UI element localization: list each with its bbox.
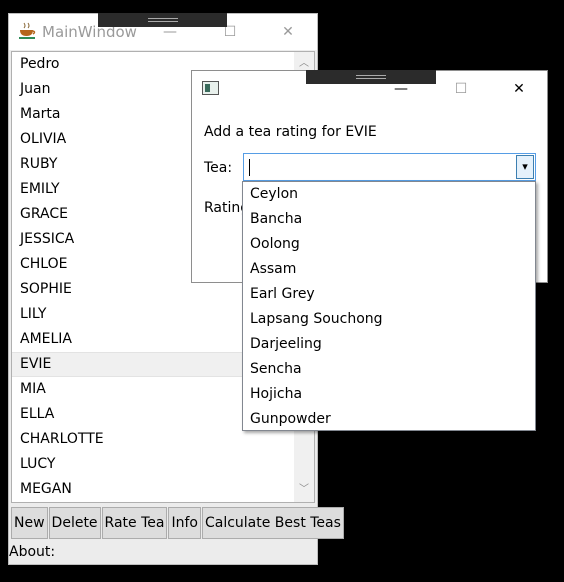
maximize-icon: ☐ — [454, 81, 468, 97]
chevron-down-icon[interactable]: ﹀ — [294, 480, 314, 500]
window-drag-grip[interactable] — [98, 13, 227, 27]
tea-cup-icon — [19, 22, 36, 39]
tea-option[interactable]: Bancha — [243, 207, 535, 232]
close-button[interactable]: ✕ — [265, 14, 311, 50]
info-button[interactable]: Info — [168, 507, 201, 539]
tea-option[interactable]: Lapsang Souchong — [243, 307, 535, 332]
tea-option[interactable]: Sencha — [243, 357, 535, 382]
tea-label: Tea: — [204, 160, 233, 176]
dialog-drag-grip[interactable] — [306, 70, 436, 84]
tea-combobox[interactable]: ▾ — [243, 153, 536, 181]
tea-option[interactable]: Assam — [243, 257, 535, 282]
delete-button[interactable]: Delete — [48, 507, 101, 539]
window-icon — [202, 81, 219, 95]
calculate-best-teas-button[interactable]: Calculate Best Teas — [201, 507, 344, 539]
dialog-maximize-button[interactable]: ☐ — [438, 71, 484, 107]
rate-tea-button[interactable]: Rate Tea — [101, 507, 168, 539]
dialog-close-button[interactable]: ✕ — [496, 71, 542, 107]
close-icon: ✕ — [282, 24, 294, 40]
text-caret — [249, 159, 250, 176]
tea-option[interactable]: Gunpowder — [243, 407, 535, 432]
tea-dropdown-list: Ceylon Bancha Oolong Assam Earl Grey Lapsang … — [242, 181, 536, 431]
close-icon: ✕ — [513, 81, 525, 97]
tea-option[interactable]: Oolong — [243, 232, 535, 257]
tea-option[interactable]: Hojicha — [243, 382, 535, 407]
chevron-down-icon[interactable]: ▾ — [516, 155, 534, 179]
new-button[interactable]: New — [11, 507, 48, 539]
about-label: About: — [9, 544, 56, 560]
rating-prompt: Add a tea rating for EVIE — [204, 124, 377, 140]
tea-option[interactable]: Ceylon — [243, 182, 535, 207]
tea-option[interactable]: Darjeeling — [243, 332, 535, 357]
action-toolbar: New Delete Rate Tea Info Calculate Best … — [11, 507, 345, 539]
list-item[interactable]: MEGAN — [12, 477, 314, 502]
tea-option[interactable]: Earl Grey — [243, 282, 535, 307]
list-item[interactable]: LUCY — [12, 452, 314, 477]
